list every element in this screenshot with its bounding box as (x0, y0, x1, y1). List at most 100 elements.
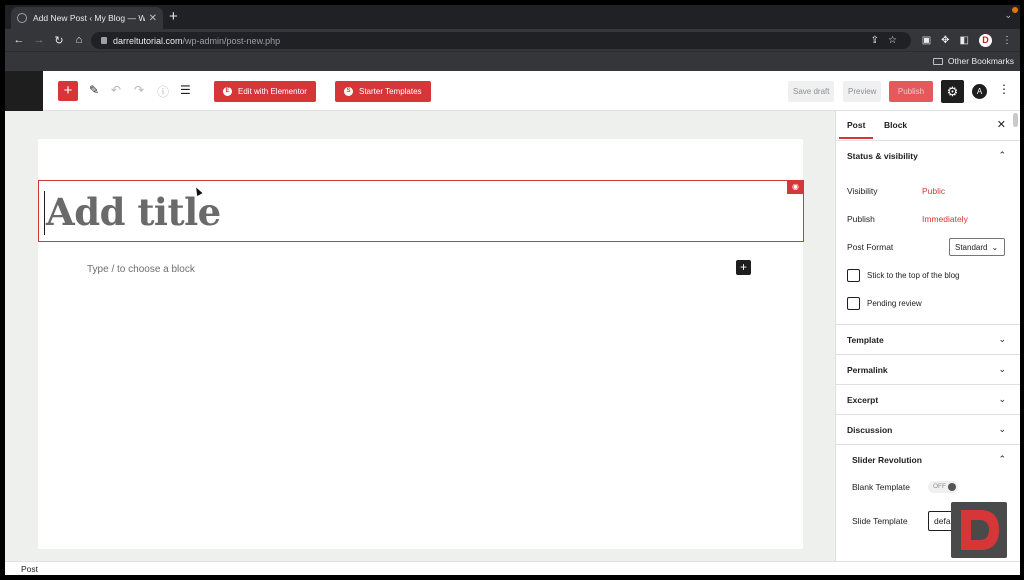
tab-post[interactable]: Post (838, 120, 875, 139)
stick-top-checkbox[interactable] (847, 269, 860, 282)
toolbar-actions: ⇪ ☆ ▣ ✥ ◧ D ⋮ (712, 31, 1012, 49)
starter-templates-icon: S (344, 87, 353, 96)
stick-top-label: Stick to the top of the blog (867, 271, 960, 280)
other-bookmarks-label: Other Bookmarks (947, 56, 1014, 66)
breadcrumb-post[interactable]: Post (21, 564, 38, 574)
panel-slider-revolution-label: Slider Revolution (852, 455, 922, 465)
tab-title: Add New Post ‹ My Blog — Wo (33, 13, 145, 23)
d-logo-icon (961, 510, 999, 550)
bookmarks-bar: Other Bookmarks (5, 51, 1020, 71)
channel-logo-watermark (951, 502, 1007, 558)
save-draft-button[interactable]: Save draft (788, 81, 835, 102)
settings-sidebar: Post Block ✕ Status & visibility ⌃ Visib… (835, 111, 1020, 561)
share-icon[interactable]: ⇪ (871, 35, 879, 46)
browser-tab[interactable]: Add New Post ‹ My Blog — Wo ✕ (11, 7, 163, 29)
edit-with-elementor-label: Edit with Elementor (238, 87, 307, 96)
wp-logo[interactable] (5, 71, 43, 111)
chevron-down-icon: ⌄ (998, 394, 1006, 404)
tab-strip: Add New Post ‹ My Blog — Wo ✕ + ⌄ (5, 5, 1020, 29)
undo-icon[interactable]: ↶ (111, 83, 121, 97)
sidebar-scrollbar[interactable] (1013, 113, 1018, 127)
post-format-select[interactable]: Standard ⌄ (949, 238, 1005, 256)
status-visibility-body: Visibility Public Publish Immediately Po… (836, 171, 1020, 325)
tab-block[interactable]: Block (884, 120, 907, 130)
panel-status-visibility[interactable]: Status & visibility ⌃ (836, 141, 1020, 171)
panel-discussion-label: Discussion (847, 425, 893, 435)
visibility-label: Visibility (847, 186, 878, 196)
bookmark-star-icon[interactable]: ☆ (888, 35, 897, 46)
edit-pencil-icon[interactable]: ✎ (89, 83, 99, 97)
panel-status-visibility-label: Status & visibility (847, 151, 918, 161)
chevron-down-icon: ⌄ (998, 334, 1006, 344)
side-panel-icon[interactable]: ◧ (960, 35, 969, 46)
close-sidebar-icon[interactable]: ✕ (997, 118, 1006, 131)
app-frame: Add New Post ‹ My Blog — Wo ✕ + ⌄ ← → ↻ … (0, 0, 1024, 580)
browser-menu-icon[interactable]: ⋮ (1002, 35, 1012, 46)
panel-permalink[interactable]: Permalink ⌄ (836, 355, 1020, 385)
pending-review-label: Pending review (867, 299, 922, 308)
chevron-down-icon: ⌄ (998, 364, 1006, 374)
settings-gear-icon[interactable]: ⚙ (941, 80, 964, 103)
extensions-puzzle-icon[interactable]: ✥ (941, 35, 949, 46)
starter-templates-button[interactable]: S Starter Templates (335, 81, 431, 102)
toggle-knob (948, 483, 956, 491)
blank-template-toggle[interactable]: OFF (928, 481, 958, 493)
redo-icon[interactable]: ↷ (134, 83, 144, 97)
panel-excerpt[interactable]: Excerpt ⌄ (836, 385, 1020, 415)
folder-icon (932, 57, 943, 65)
publish-button[interactable]: Publish (889, 81, 933, 102)
profile-avatar[interactable]: D (979, 33, 992, 47)
edit-with-elementor-button[interactable]: E Edit with Elementor (214, 81, 316, 102)
block-breadcrumb-bar: Post (5, 561, 1020, 575)
panel-template-label: Template (847, 335, 884, 345)
panel-excerpt-label: Excerpt (847, 395, 879, 405)
block-inserter-button[interactable]: + (58, 81, 78, 101)
publish-value[interactable]: Immediately (922, 214, 968, 224)
block-placeholder[interactable]: Type / to choose a block (87, 264, 195, 275)
back-icon[interactable]: ← (9, 34, 29, 46)
reload-icon[interactable]: ↻ (49, 34, 69, 47)
sidebar-tabs: Post Block ✕ (836, 111, 1020, 141)
close-tab-icon[interactable]: ✕ (149, 13, 157, 24)
eye-icon[interactable]: ◉ (787, 180, 804, 194)
browser-toolbar: ← → ↻ ⌂ darreltutorial.com /wp-admin/pos… (5, 29, 1020, 51)
lock-icon (101, 37, 107, 44)
panel-template[interactable]: Template ⌄ (836, 325, 1020, 355)
tab-search-chevron-icon[interactable]: ⌄ (1004, 10, 1012, 21)
forward-icon[interactable]: → (29, 34, 49, 46)
panel-slider-revolution[interactable]: Slider Revolution ⌃ (836, 445, 1020, 475)
chevron-down-icon: ⌄ (991, 242, 999, 252)
visibility-value[interactable]: Public (922, 186, 945, 196)
post-format-label: Post Format (847, 242, 894, 252)
chevron-up-icon: ⌃ (998, 454, 1006, 464)
chevron-down-icon: ⌄ (998, 424, 1006, 434)
editor-page: Add title ◉ Type / to choose a block + (38, 139, 804, 549)
publish-label: Publish (847, 214, 875, 224)
camera-extension-icon[interactable]: ▣ (922, 35, 931, 46)
post-title-block[interactable]: Add title ◉ (38, 180, 804, 242)
home-icon[interactable]: ⌂ (69, 34, 89, 46)
browser-window: Add New Post ‹ My Blog — Wo ✕ + ⌄ ← → ↻ … (5, 5, 1020, 575)
list-view-icon[interactable]: ☰ (180, 83, 191, 97)
info-icon[interactable]: ⓘ (157, 83, 169, 100)
text-caret (44, 191, 45, 235)
starter-templates-label: Starter Templates (359, 87, 422, 96)
chevron-up-icon: ⌃ (998, 150, 1006, 160)
blank-template-label: Blank Template (852, 482, 910, 492)
slide-template-label: Slide Template (852, 516, 908, 526)
post-title-placeholder[interactable]: Add title (46, 190, 221, 234)
blank-template-toggle-text: OFF (933, 483, 946, 490)
pending-review-checkbox[interactable] (847, 297, 860, 310)
url-path: /wp-admin/post-new.php (182, 35, 281, 46)
editor-header: + ✎ ↶ ↷ ⓘ ☰ E Edit with Elementor S Star… (5, 71, 1020, 111)
panel-discussion[interactable]: Discussion ⌄ (836, 415, 1020, 445)
preview-button[interactable]: Preview (843, 81, 882, 102)
new-tab-button[interactable]: + (169, 8, 178, 26)
add-block-button[interactable]: + (736, 260, 751, 275)
other-bookmarks[interactable]: Other Bookmarks (932, 56, 1014, 66)
options-menu-icon[interactable]: ⋮ (998, 82, 1010, 96)
url-domain: darreltutorial.com (113, 35, 183, 46)
globe-icon (17, 13, 27, 23)
astra-settings-icon[interactable]: A (972, 84, 987, 99)
panel-permalink-label: Permalink (847, 365, 888, 375)
